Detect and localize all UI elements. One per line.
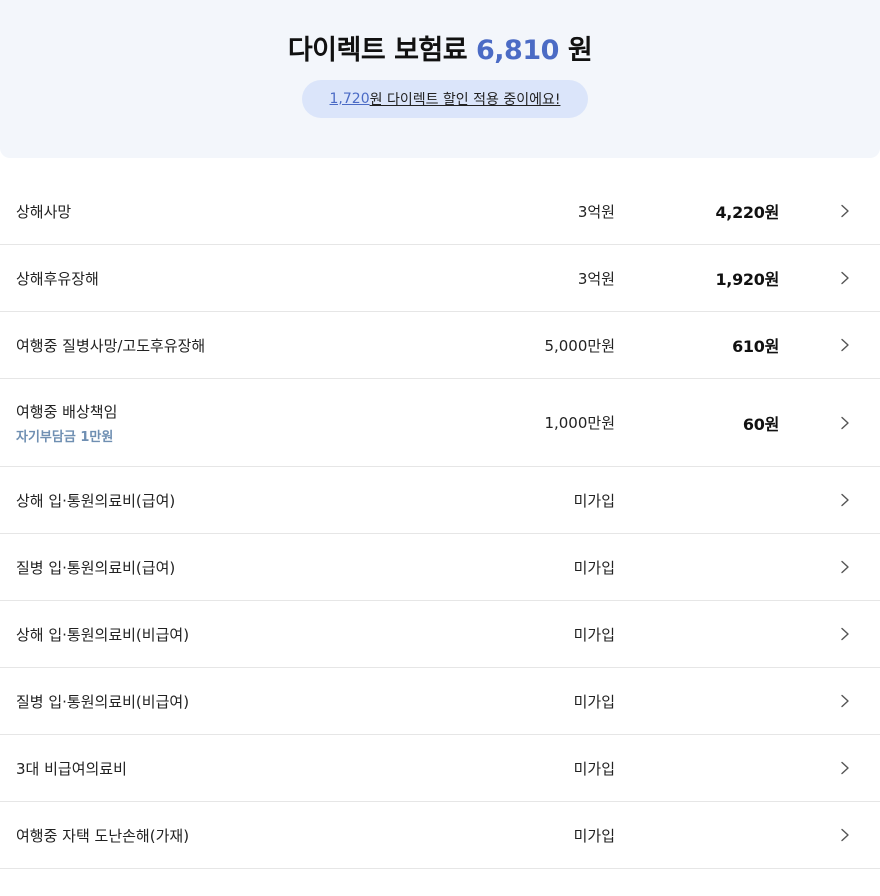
- coverage-row[interactable]: 여행중 자택 도난손해(가재) 미가입: [0, 802, 880, 869]
- coverage-name-wrap: 상해후유장해: [16, 245, 99, 311]
- coverage-name-wrap: 상해 입·통원의료비(비급여): [16, 601, 189, 667]
- coverage-amount: 3억원: [577, 202, 615, 221]
- coverage-amount: 미가입: [573, 625, 615, 644]
- coverage-name: 3대 비급여의료비: [16, 759, 127, 778]
- coverage-name-wrap: 여행중 배상책임자기부담금 1만원: [16, 379, 117, 466]
- coverage-name: 질병 입·통원의료비(급여): [16, 558, 176, 577]
- coverage-amount: 미가입: [573, 826, 615, 845]
- coverage-row[interactable]: 여행중 배상책임자기부담금 1만원 1,000만원 60원: [0, 379, 880, 467]
- coverage-row[interactable]: 여행중 질병사망/고도후유장해 5,000만원 610원: [0, 312, 880, 379]
- coverage-amount: 미가입: [573, 558, 615, 577]
- discount-badge: 1,720 원 다이렉트 할인 적용 중이에요!: [302, 80, 588, 118]
- coverage-name: 상해 입·통원의료비(비급여): [16, 625, 190, 644]
- premium-amount: 6,810: [476, 35, 559, 66]
- coverage-name: 상해후유장해: [16, 269, 99, 288]
- coverage-name: 여행중 자택 도난손해(가재): [16, 826, 190, 845]
- coverage-row[interactable]: 상해 입·통원의료비(급여) 미가입: [0, 467, 880, 534]
- chevron-right-icon[interactable]: [838, 694, 852, 708]
- coverage-amount: 1,000만원: [544, 414, 615, 432]
- chevron-right-icon[interactable]: [838, 204, 852, 218]
- coverage-name-wrap: 여행중 자택 도난손해(가재): [16, 802, 189, 868]
- coverage-amount: 미가입: [573, 759, 615, 778]
- coverage-row[interactable]: 질병 입·통원의료비(비급여) 미가입: [0, 668, 880, 735]
- chevron-right-icon[interactable]: [838, 416, 852, 430]
- coverage-name: 질병 입·통원의료비(비급여): [16, 692, 190, 711]
- coverage-row[interactable]: 상해 입·통원의료비(비급여) 미가입: [0, 601, 880, 668]
- coverage-amount: 3억원: [577, 269, 615, 288]
- chevron-right-icon[interactable]: [838, 271, 852, 285]
- coverage-row[interactable]: 상해후유장해 3억원 1,920원: [0, 245, 880, 312]
- coverage-name-wrap: 상해사망: [16, 178, 71, 244]
- chevron-right-icon[interactable]: [838, 338, 852, 352]
- coverage-name: 여행중 질병사망/고도후유장해: [16, 336, 206, 355]
- coverage-premium: 60원: [742, 414, 779, 434]
- coverage-row[interactable]: 상해사망 3억원 4,220원: [0, 178, 880, 245]
- coverage-name: 상해 입·통원의료비(급여): [16, 491, 176, 510]
- chevron-right-icon[interactable]: [838, 627, 852, 641]
- discount-text: 원 다이렉트 할인 적용 중이에요!: [369, 92, 561, 108]
- coverage-amount: 미가입: [573, 692, 615, 711]
- chevron-right-icon[interactable]: [838, 828, 852, 842]
- coverage-list: 상해사망 3억원 4,220원상해후유장해 3억원 1,920원여행중 질병사망/고도후…: [0, 178, 880, 869]
- coverage-deductible: 자기부담금 1만원: [16, 429, 114, 445]
- chevron-right-icon[interactable]: [838, 560, 852, 574]
- premium-title: 다이렉트 보험료 6,810 원: [0, 28, 880, 67]
- chevron-right-icon[interactable]: [838, 761, 852, 775]
- coverage-amount: 미가입: [573, 491, 615, 510]
- coverage-name-wrap: 질병 입·통원의료비(비급여): [16, 668, 189, 734]
- coverage-name: 상해사망: [16, 202, 72, 221]
- coverage-name-wrap: 상해 입·통원의료비(급여): [16, 467, 175, 533]
- coverage-premium: 610원: [732, 337, 779, 356]
- coverage-premium: 1,920원: [715, 270, 779, 289]
- coverage-row[interactable]: 질병 입·통원의료비(급여) 미가입: [0, 534, 880, 601]
- chevron-right-icon[interactable]: [838, 493, 852, 507]
- premium-summary-header: 다이렉트 보험료 6,810 원 1,720 원 다이렉트 할인 적용 중이에요!: [0, 0, 880, 158]
- coverage-row[interactable]: 3대 비급여의료비 미가입: [0, 735, 880, 802]
- coverage-premium: 4,220원: [715, 203, 779, 222]
- coverage-name-wrap: 3대 비급여의료비: [16, 735, 127, 801]
- coverage-amount: 5,000만원: [544, 336, 615, 355]
- premium-title-suffix: 원: [558, 35, 593, 66]
- coverage-name-wrap: 질병 입·통원의료비(급여): [16, 534, 175, 600]
- coverage-name: 여행중 배상책임: [16, 402, 118, 421]
- coverage-name-wrap: 여행중 질병사망/고도후유장해: [16, 312, 205, 378]
- premium-title-prefix: 다이렉트 보험료: [287, 35, 477, 66]
- discount-amount: 1,720: [329, 91, 370, 107]
